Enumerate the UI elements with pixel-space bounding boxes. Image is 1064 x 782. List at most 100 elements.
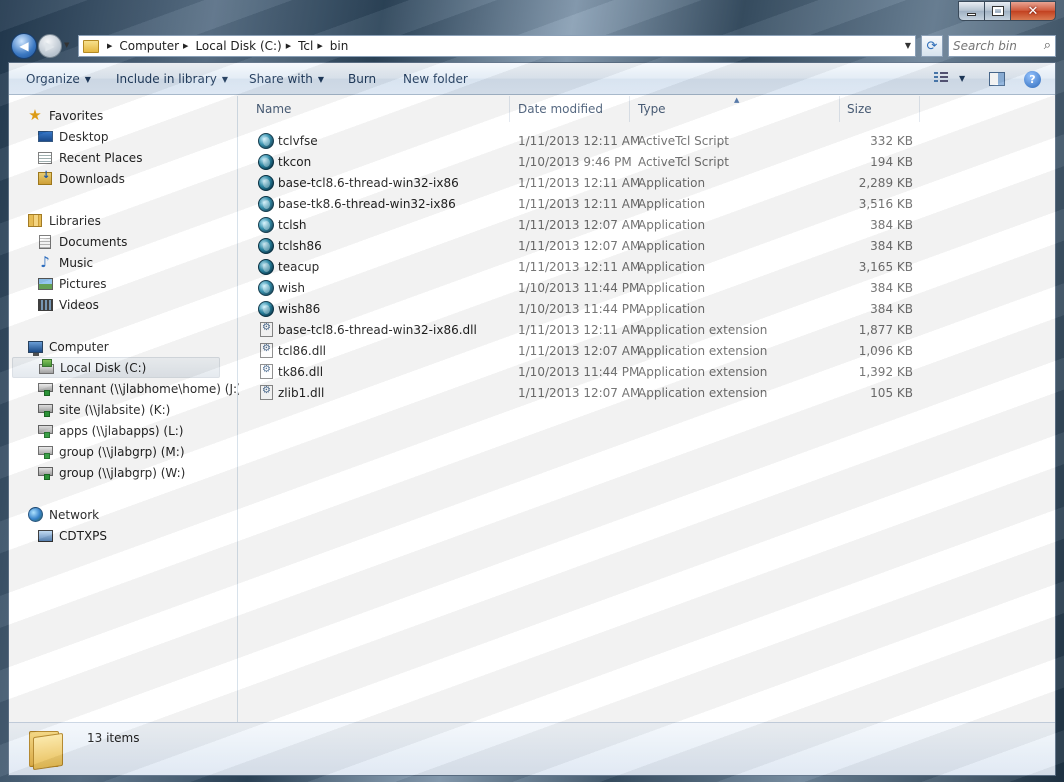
file-size: 3,165 KB <box>858 260 913 274</box>
file-row[interactable]: base-tk8.6-thread-win32-ix86 1/11/2013 12… <box>239 194 939 215</box>
nav-item-drive-j[interactable]: tennant (\\jlabhome\home) (J:) <box>37 378 242 399</box>
nav-item-recent-places[interactable]: Recent Places <box>37 147 142 168</box>
file-row[interactable]: tclsh86 1/11/2013 12:07 AM Application 384 … <box>239 236 939 257</box>
nav-item-drive-m[interactable]: group (\\jlabgrp) (M:) <box>37 441 185 462</box>
file-row[interactable]: wish 1/10/2013 11:44 PM Application 384 KB <box>239 278 939 299</box>
file-type: ActiveTcl Script <box>638 134 729 148</box>
nav-favorites[interactable]: ★ Favorites <box>27 105 103 126</box>
close-icon: ✕ <box>1027 3 1039 19</box>
address-bar[interactable]: ▶ Computer ▶ Local Disk (C:) ▶ Tcl ▶ bin… <box>78 35 916 57</box>
nav-computer[interactable]: Computer <box>27 336 109 357</box>
refresh-icon: ⟳ <box>926 38 938 54</box>
include-in-library-button[interactable]: Include in library ▼ <box>116 72 228 86</box>
nav-libraries[interactable]: Libraries <box>27 210 101 231</box>
file-row[interactable]: tkcon 1/10/2013 9:46 PM ActiveTcl Script 19… <box>239 152 939 173</box>
file-row[interactable]: tclsh 1/11/2013 12:07 AM Application 384 KB <box>239 215 939 236</box>
file-date-modified: 1/11/2013 12:11 AM <box>518 323 641 337</box>
nav-item-drive-w[interactable]: group (\\jlabgrp) (W:) <box>37 462 185 483</box>
nav-network[interactable]: Network <box>27 504 99 525</box>
network-drive-icon <box>37 444 53 460</box>
breadcrumb-computer[interactable]: Computer <box>119 39 179 53</box>
nav-item-videos[interactable]: Videos <box>37 294 99 315</box>
file-row[interactable]: tk86.dll 1/10/2013 11:44 PMApplication ex… <box>239 362 939 383</box>
search-icon[interactable]: ⌕ <box>1044 38 1051 53</box>
pictures-icon <box>37 276 53 292</box>
file-name: tk86.dll <box>278 365 324 379</box>
folder-icon <box>83 39 99 53</box>
help-icon[interactable]: ? <box>1024 71 1041 88</box>
minimize-button[interactable] <box>958 1 985 21</box>
breadcrumb-local-disk[interactable]: Local Disk (C:) <box>195 39 281 53</box>
breadcrumb-arrow-icon[interactable]: ▶ <box>317 42 322 50</box>
file-list-pane[interactable]: Name Date modified Type ▲ Size tclvfse 1/… <box>239 96 1055 722</box>
column-header-name[interactable]: Name <box>239 96 510 122</box>
nav-item-music[interactable]: ♪ Music <box>37 252 93 273</box>
share-with-button[interactable]: Share with ▼ <box>249 72 324 86</box>
column-header-date-modified[interactable]: Date modified <box>510 96 630 122</box>
file-type: Application <box>638 260 706 274</box>
tcl-feather-icon <box>258 133 274 149</box>
sort-ascending-icon: ▲ <box>734 96 740 104</box>
maximize-button[interactable] <box>985 1 1011 21</box>
view-options-dropdown-icon[interactable]: ▼ <box>959 74 965 83</box>
nav-item-drive-l[interactable]: apps (\\jlabapps) (L:) <box>37 420 184 441</box>
search-input[interactable] <box>949 37 1035 55</box>
file-date-modified: 1/11/2013 12:11 AM <box>518 176 641 190</box>
details-pane: 13 items <box>9 722 1055 775</box>
file-row[interactable]: tclvfse 1/11/2013 12:11 AM ActiveTcl Scrip… <box>239 131 939 152</box>
nav-item-drive-k[interactable]: site (\\jlabsite) (K:) <box>37 399 170 420</box>
preview-pane-icon[interactable] <box>989 72 1005 86</box>
organize-button[interactable]: Organize ▼ <box>26 72 91 86</box>
file-name: tkcon <box>278 155 312 169</box>
breadcrumb-tcl[interactable]: Tcl <box>298 39 313 53</box>
file-type: Application <box>638 197 706 211</box>
search-box[interactable]: ⌕ <box>948 35 1056 57</box>
file-type: Application extension <box>638 344 768 358</box>
refresh-button[interactable]: ⟳ <box>921 35 943 57</box>
network-drive-icon <box>37 402 53 418</box>
breadcrumb-arrow-icon[interactable]: ▶ <box>286 42 291 50</box>
organize-label: Organize <box>26 72 80 86</box>
file-row[interactable]: tcl86.dll 1/11/2013 12:07 AMApplication e… <box>239 341 939 362</box>
forward-button[interactable]: ▶ <box>38 34 62 58</box>
file-row[interactable]: teacup 1/11/2013 12:11 AM Application 3,165… <box>239 257 939 278</box>
nav-item-cdtxps[interactable]: CDTXPS <box>37 525 107 546</box>
file-name: base-tcl8.6-thread-win32-ix86.dll <box>278 323 477 337</box>
breadcrumb-bin[interactable]: bin <box>330 39 349 53</box>
dll-file-icon <box>260 322 273 337</box>
navigation-pane[interactable]: ★ Favorites Desktop Recent Places Downloa… <box>9 96 242 722</box>
nav-item-documents[interactable]: Documents <box>37 231 127 252</box>
downloads-icon <box>37 170 53 187</box>
file-row[interactable]: wish86 1/10/2013 11:44 PM Application 384 K… <box>239 299 939 320</box>
file-row[interactable]: base-tcl8.6-thread-win32-ix86 1/11/2013 1… <box>239 173 939 194</box>
change-view-icon[interactable] <box>934 72 948 85</box>
file-row[interactable]: base-tcl8.6-thread-win32-ix86.dll 1/11/20… <box>239 320 939 341</box>
recent-places-icon <box>37 150 53 166</box>
recent-pages-dropdown-icon[interactable]: ▼ <box>64 41 69 49</box>
file-name: tclsh86 <box>278 239 322 253</box>
nav-item-local-disk[interactable]: Local Disk (C:) <box>12 357 220 378</box>
file-row[interactable]: zlib1.dll 1/11/2013 12:07 AMApplication e… <box>239 383 939 404</box>
tcl-feather-icon <box>258 175 274 191</box>
tcl-feather-icon <box>258 217 274 233</box>
nav-libraries-label: Libraries <box>49 213 101 228</box>
close-button[interactable]: ✕ <box>1011 1 1056 21</box>
tcl-feather-icon <box>258 259 274 275</box>
nav-item-desktop[interactable]: Desktop <box>37 126 109 147</box>
address-dropdown-icon[interactable]: ▼ <box>905 41 911 50</box>
include-in-library-label: Include in library <box>116 72 217 86</box>
tcl-feather-icon <box>258 196 274 212</box>
breadcrumb-arrow-icon[interactable]: ▶ <box>183 42 188 50</box>
column-header-size[interactable]: Size <box>840 96 920 122</box>
file-date-modified: 1/11/2013 12:11 AM <box>518 197 641 211</box>
breadcrumb-arrow-icon[interactable]: ▶ <box>107 42 112 50</box>
burn-button[interactable]: Burn <box>348 72 376 86</box>
file-name: wish86 <box>278 302 321 316</box>
new-folder-button[interactable]: New folder <box>403 72 468 86</box>
nav-item-downloads[interactable]: Downloads <box>37 168 125 189</box>
back-button[interactable]: ◀ <box>11 33 37 59</box>
nav-item-pictures[interactable]: Pictures <box>37 273 107 294</box>
libraries-icon <box>27 213 43 229</box>
network-drive-icon <box>37 381 53 397</box>
explorer-client-area: Organize ▼ Include in library ▼ Share with… <box>8 62 1056 776</box>
